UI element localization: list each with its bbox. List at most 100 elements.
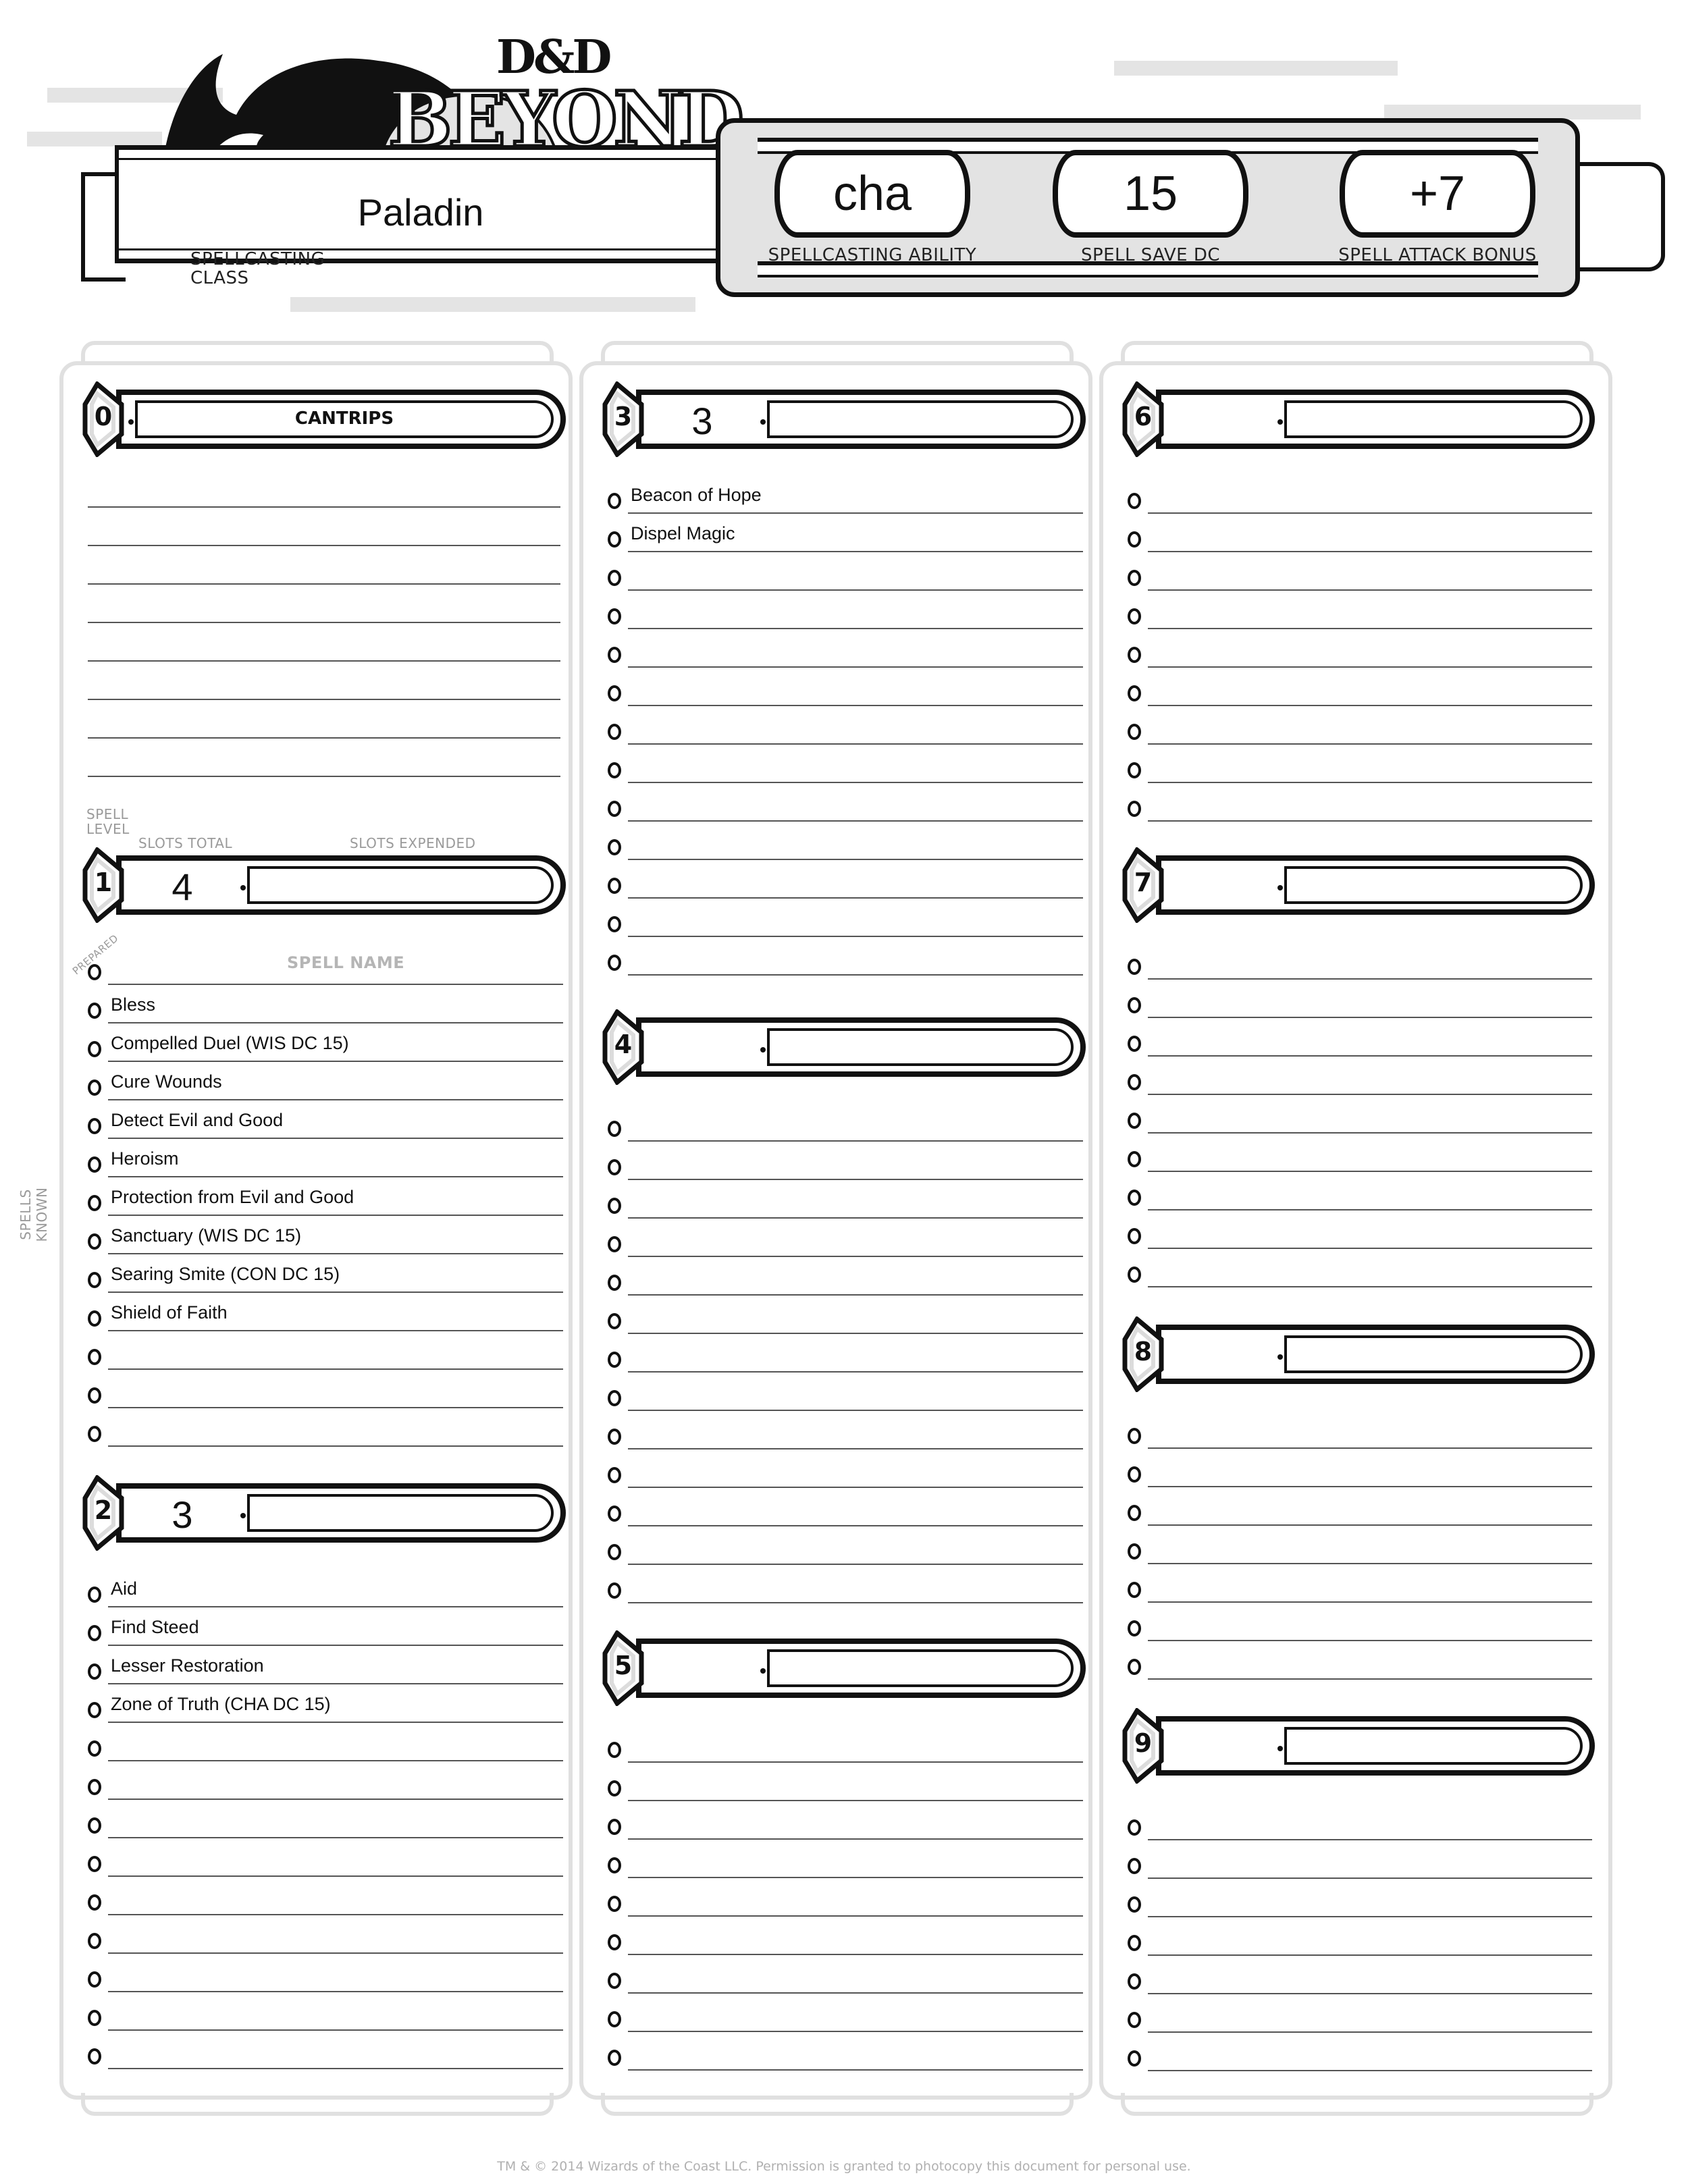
prepared-checkbox[interactable] xyxy=(88,1195,101,1211)
prepared-checkbox[interactable] xyxy=(608,1896,621,1912)
prepared-checkbox[interactable] xyxy=(608,1742,621,1758)
prepared-checkbox[interactable] xyxy=(608,1275,621,1291)
prepared-checkbox[interactable] xyxy=(88,1740,101,1757)
prepared-checkbox[interactable] xyxy=(88,1894,101,1911)
prepared-checkbox[interactable] xyxy=(1128,1973,1141,1990)
spell-name-field[interactable]: Find Steed xyxy=(111,1617,199,1638)
slots-total-field[interactable]: 4 xyxy=(123,865,242,909)
prepared-checkbox[interactable] xyxy=(88,1817,101,1834)
cantrip-line[interactable] xyxy=(88,506,560,508)
prepared-checkbox[interactable] xyxy=(88,1387,101,1404)
prepared-checkbox[interactable] xyxy=(1128,1620,1141,1636)
slots-expended-field[interactable] xyxy=(760,1649,1074,1687)
prepared-checkbox[interactable] xyxy=(1128,685,1141,701)
spell-name-field[interactable]: Protection from Evil and Good xyxy=(111,1187,354,1208)
prepared-checkbox[interactable] xyxy=(88,1310,101,1327)
prepared-checkbox[interactable] xyxy=(1128,570,1141,586)
slots-expended-field[interactable] xyxy=(1277,400,1583,438)
prepared-checkbox[interactable] xyxy=(88,1587,101,1603)
prepared-checkbox[interactable] xyxy=(1128,801,1141,817)
prepared-checkbox[interactable] xyxy=(608,1352,621,1368)
prepared-checkbox[interactable] xyxy=(608,2011,621,2027)
cantrip-line[interactable] xyxy=(88,622,560,623)
prepared-checkbox[interactable] xyxy=(1128,2012,1141,2028)
prepared-checkbox[interactable] xyxy=(608,878,621,894)
prepared-checkbox[interactable] xyxy=(608,685,621,701)
slots-expended-field[interactable] xyxy=(760,400,1074,438)
prepared-checkbox[interactable] xyxy=(608,916,621,932)
prepared-checkbox[interactable] xyxy=(608,955,621,971)
prepared-checkbox[interactable] xyxy=(608,1857,621,1873)
prepared-checkbox[interactable] xyxy=(1128,724,1141,740)
spellcasting-ability-field[interactable]: cha xyxy=(774,150,970,238)
prepared-checkbox[interactable] xyxy=(88,1080,101,1096)
spellcasting-class-field[interactable]: Paladin xyxy=(119,190,722,234)
prepared-checkbox[interactable] xyxy=(88,1233,101,1250)
spell-name-field[interactable]: Shield of Faith xyxy=(111,1302,228,1323)
slots-total-field[interactable]: 3 xyxy=(643,399,762,443)
prepared-checkbox[interactable] xyxy=(608,801,621,817)
slots-expended-field[interactable] xyxy=(760,1028,1074,1066)
prepared-checkbox[interactable] xyxy=(88,1041,101,1057)
prepared-checkbox[interactable] xyxy=(88,1156,101,1173)
prepared-checkbox[interactable] xyxy=(88,1003,101,1019)
spell-name-field[interactable]: Heroism xyxy=(111,1148,179,1169)
prepared-checkbox[interactable] xyxy=(1128,1659,1141,1675)
prepared-checkbox[interactable] xyxy=(88,1272,101,1288)
prepared-checkbox[interactable] xyxy=(1128,1428,1141,1444)
spell-name-field[interactable]: Detect Evil and Good xyxy=(111,1110,283,1131)
cantrip-line[interactable] xyxy=(88,699,560,700)
slots-expended-field[interactable] xyxy=(1277,1335,1583,1373)
cantrip-line[interactable] xyxy=(88,545,560,546)
prepared-checkbox[interactable] xyxy=(608,1819,621,1835)
slots-expended-field[interactable] xyxy=(1277,1727,1583,1765)
prepared-checkbox[interactable] xyxy=(1128,2050,1141,2067)
prepared-checkbox[interactable] xyxy=(608,493,621,509)
prepared-checkbox[interactable] xyxy=(608,1313,621,1329)
prepared-checkbox[interactable] xyxy=(608,1582,621,1599)
slots-total-field[interactable]: 3 xyxy=(123,1493,242,1537)
slots-expended-field[interactable] xyxy=(1277,866,1583,904)
prepared-checkbox[interactable] xyxy=(1128,1858,1141,1874)
prepared-checkbox[interactable] xyxy=(1128,647,1141,663)
prepared-checkbox[interactable] xyxy=(608,2050,621,2066)
prepared-checkbox[interactable] xyxy=(608,1780,621,1796)
spell-name-field[interactable]: Aid xyxy=(111,1578,137,1599)
prepared-checkbox[interactable] xyxy=(88,1625,101,1641)
prepared-checkbox[interactable] xyxy=(88,1933,101,1949)
prepared-checkbox[interactable] xyxy=(1128,1896,1141,1913)
prepared-checkbox[interactable] xyxy=(1128,1819,1141,1836)
prepared-checkbox[interactable] xyxy=(608,1973,621,1989)
spell-name-field[interactable]: Compelled Duel (WIS DC 15) xyxy=(111,1033,349,1054)
spell-name-field[interactable]: Beacon of Hope xyxy=(631,485,762,506)
prepared-checkbox[interactable] xyxy=(608,1506,621,1522)
prepared-checkbox[interactable] xyxy=(88,1779,101,1795)
prepared-checkbox[interactable] xyxy=(608,1121,621,1137)
spell-name-field[interactable]: Dispel Magic xyxy=(631,523,735,544)
prepared-checkbox[interactable] xyxy=(1128,1190,1141,1206)
prepared-checkbox[interactable] xyxy=(1128,1267,1141,1283)
prepared-checkbox[interactable] xyxy=(1128,1228,1141,1244)
prepared-checkbox[interactable] xyxy=(608,647,621,663)
prepared-checkbox[interactable] xyxy=(88,964,101,980)
prepared-checkbox[interactable] xyxy=(608,570,621,586)
prepared-checkbox[interactable] xyxy=(608,1159,621,1175)
prepared-checkbox[interactable] xyxy=(1128,1505,1141,1521)
prepared-checkbox[interactable] xyxy=(608,1467,621,1483)
prepared-checkbox[interactable] xyxy=(608,1198,621,1214)
prepared-checkbox[interactable] xyxy=(608,531,621,548)
spell-name-field[interactable]: Zone of Truth (CHA DC 15) xyxy=(111,1694,331,1715)
spell-attack-bonus-field[interactable]: +7 xyxy=(1340,150,1535,238)
prepared-checkbox[interactable] xyxy=(1128,959,1141,975)
slots-expended-field[interactable] xyxy=(240,866,554,904)
prepared-checkbox[interactable] xyxy=(1128,1466,1141,1483)
prepared-checkbox[interactable] xyxy=(1128,762,1141,778)
prepared-checkbox[interactable] xyxy=(88,1426,101,1442)
cantrip-line[interactable] xyxy=(88,737,560,739)
spell-name-field[interactable]: Searing Smite (CON DC 15) xyxy=(111,1264,340,1285)
slots-expended-field[interactable] xyxy=(240,1494,554,1532)
prepared-checkbox[interactable] xyxy=(608,608,621,624)
prepared-checkbox[interactable] xyxy=(608,1390,621,1406)
spell-save-dc-field[interactable]: 15 xyxy=(1053,150,1248,238)
spell-name-field[interactable]: Cure Wounds xyxy=(111,1071,222,1092)
